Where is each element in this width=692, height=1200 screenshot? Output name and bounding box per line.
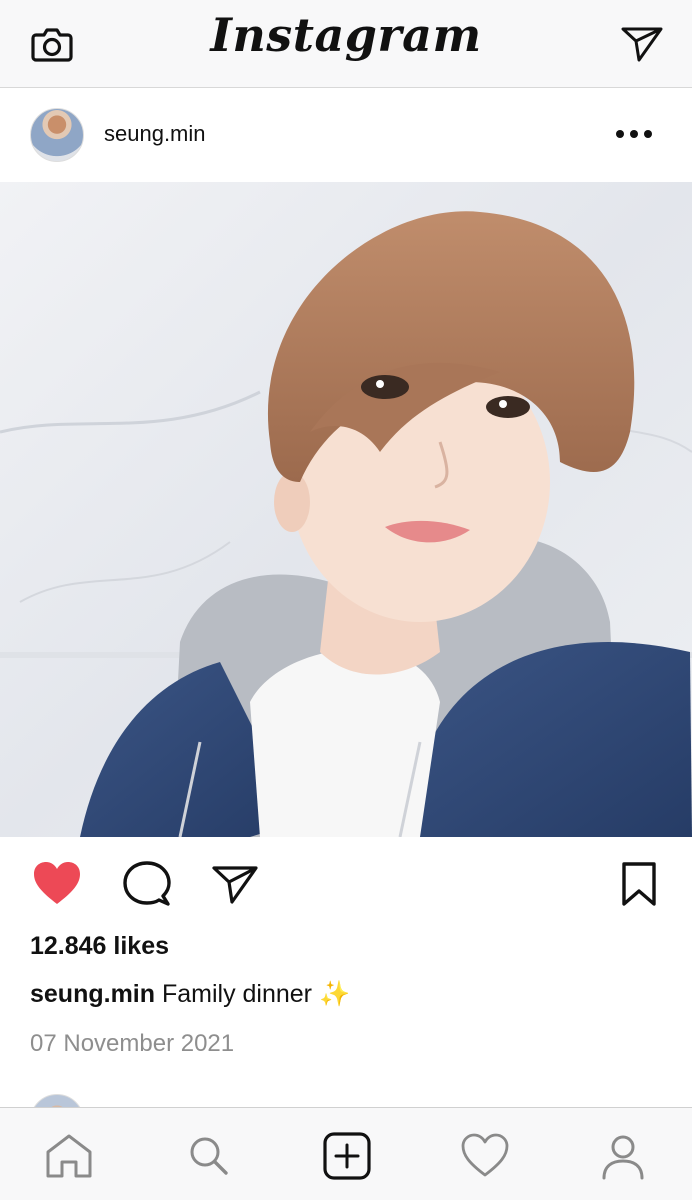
caption-text: Family dinner ✨ [155,980,351,1008]
profile-icon[interactable] [598,1132,648,1180]
comment-icon[interactable] [122,860,172,908]
app-title: Instagram [210,8,482,62]
top-bar: Instagram [0,0,692,88]
avatar[interactable] [30,108,84,162]
caption-username[interactable]: seung.min [30,980,155,1008]
send-icon[interactable] [620,24,664,64]
home-icon[interactable] [44,1132,94,1180]
heart-outline-icon[interactable] [460,1132,510,1180]
bottom-tab-bar [0,1107,692,1200]
bookmark-icon[interactable] [614,860,664,908]
post-header: seung.min [0,88,692,182]
post-photo[interactable] [0,182,692,837]
post-actions [0,838,692,928]
likes-count[interactable]: 12.846 likes [30,932,169,961]
search-icon[interactable] [184,1132,234,1180]
post-caption: seung.min Family dinner ✨ [30,980,350,1009]
heart-icon[interactable] [32,860,82,908]
add-icon[interactable] [322,1132,372,1180]
post-username[interactable]: seung.min [104,121,206,147]
instagram-app: Instagram seung.min 12.846 likes seung.m… [0,0,692,1200]
share-icon[interactable] [210,860,260,908]
post-date: 07 November 2021 [30,1030,235,1057]
more-icon[interactable] [612,122,656,146]
